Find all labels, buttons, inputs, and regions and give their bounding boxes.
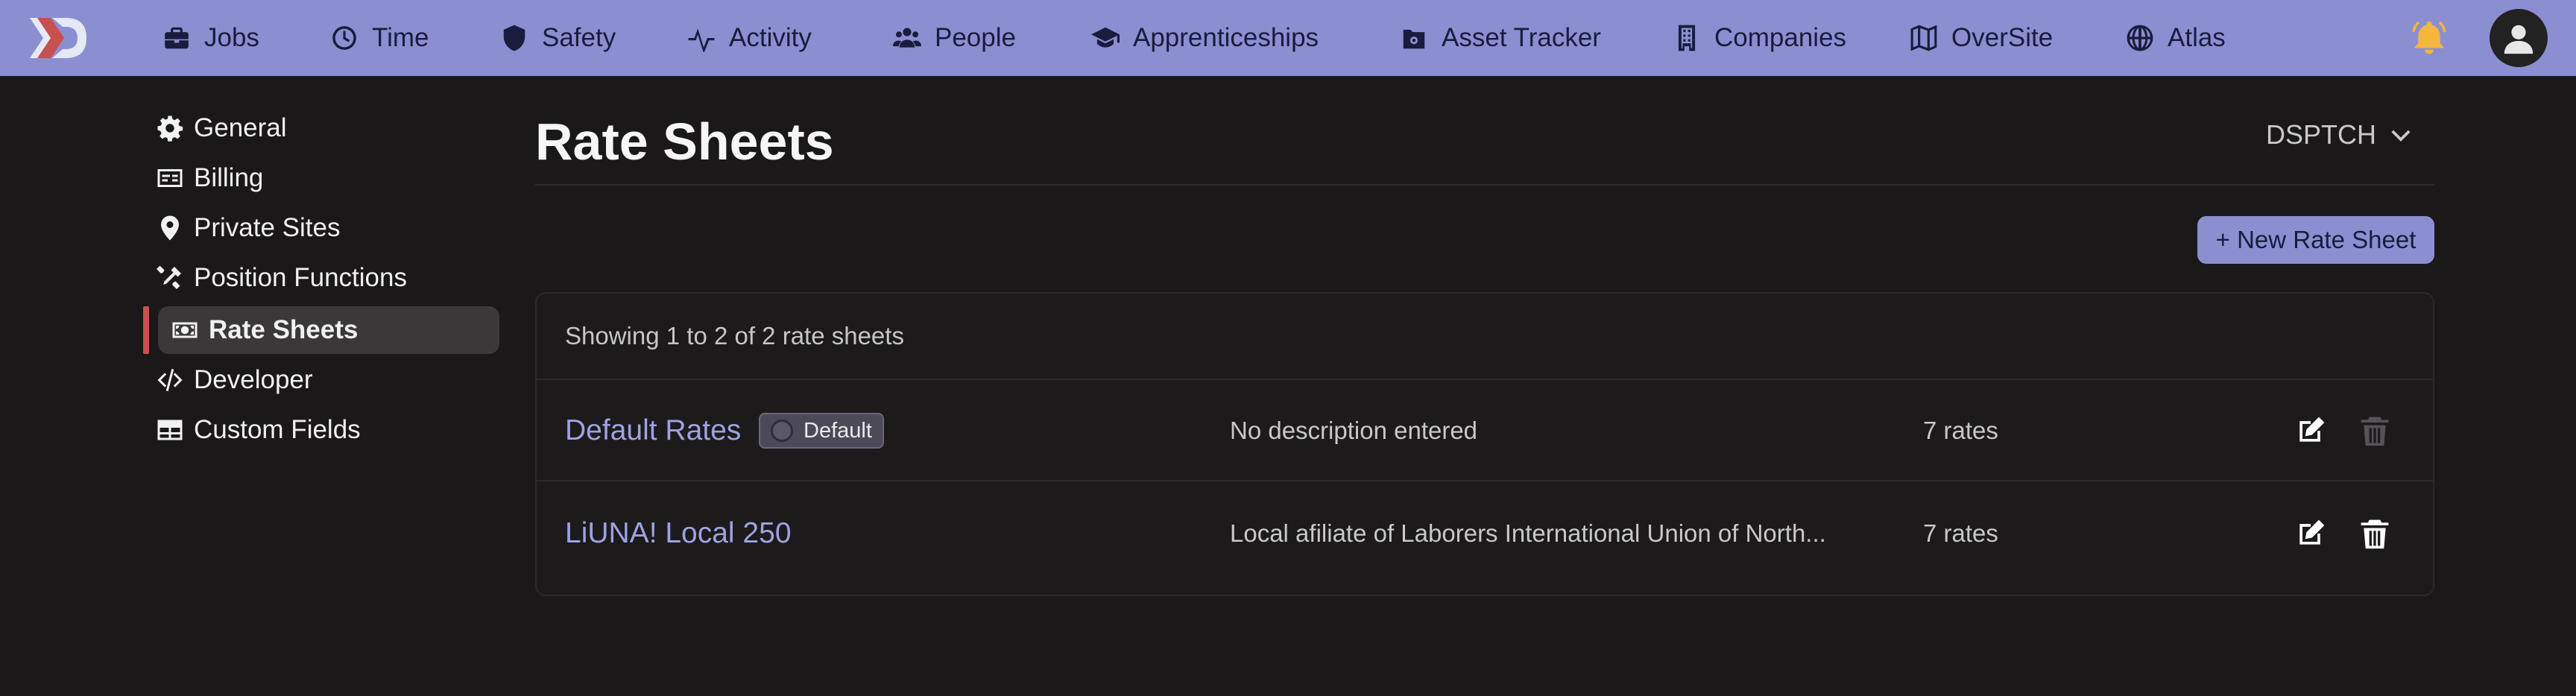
globe-icon [2127,25,2153,51]
active-indicator [143,306,149,354]
nav-item-label: Activity [729,23,812,52]
nav-item-label: OverSite [1951,23,2053,52]
edit-button[interactable] [2294,517,2327,550]
sidebar-item-private-sites[interactable]: Private Sites [157,204,499,252]
building-icon [1678,25,1696,51]
nav-item-companies[interactable]: Companies [1673,0,1846,76]
nav-item-label: Companies [1714,23,1847,52]
edit-icon [2299,519,2325,545]
sidebar-item-position-functions[interactable]: Position Functions [157,254,499,302]
user-icon [2504,25,2534,54]
code-icon [157,369,183,391]
nav-item-label: Atlas [2168,23,2226,52]
sidebar-item-custom-fields[interactable]: Custom Fields [157,406,499,454]
briefcase-icon [165,27,189,49]
rate-sheets-table: Showing 1 to 2 of 2 rate sheets Default … [535,292,2434,596]
pulse-icon [688,28,715,52]
sidebar-item-label: Position Functions [194,263,407,292]
nav-item-activity[interactable]: Activity [687,0,812,76]
location-pin-icon [161,215,179,241]
shield-icon [503,25,525,51]
nav-item-safety[interactable]: Safety [500,0,616,76]
nav-item-jobs[interactable]: Jobs [162,0,259,76]
billing-card-icon [157,169,183,187]
edit-button[interactable] [2294,414,2327,447]
nav-item-apprenticeships[interactable]: Apprenticeships [1091,0,1319,76]
trash-icon [2361,519,2389,549]
money-bill-icon [172,322,198,338]
sidebar-item-general[interactable]: General [157,104,499,152]
nav-item-label: Apprenticeships [1133,23,1319,52]
users-icon [893,28,921,48]
rate-sheet-name-link[interactable]: LiUNA! Local 250 [565,483,792,584]
nav-item-label: Safety [542,23,616,52]
sidebar-item-label: Rate Sheets [209,315,359,344]
sidebar-item-label: Developer [194,365,313,394]
table-row: LiUNA! Local 250 Local afiliate of Labor… [537,483,2433,584]
user-avatar[interactable] [2490,9,2548,67]
sidebar-item-label: Private Sites [194,213,341,242]
rate-sheet-description: No description entered [1230,417,1478,444]
nav-item-label: Asset Tracker [1442,23,1601,52]
rate-count: 7 rates [1923,519,1998,547]
new-rate-sheet-button[interactable]: + New Rate Sheet [2197,216,2434,264]
top-nav: Jobs Time Safety Activity People Apprent… [0,0,2576,76]
nav-item-oversite[interactable]: OverSite [1910,0,2053,76]
sidebar-item-label: Billing [194,163,264,192]
delete-button-disabled [2358,414,2391,447]
nav-item-people[interactable]: People [893,0,1016,76]
rate-sheet-name-link[interactable]: Default Rates [565,380,741,481]
page-title: Rate Sheets [535,113,834,171]
nav-item-atlas[interactable]: Atlas [2126,0,2226,76]
toggle-circle-icon [771,420,793,442]
sidebar-item-label: Custom Fields [194,415,361,444]
map-icon [1910,25,1937,51]
organization-dropdown[interactable]: DSPTCH [2266,119,2412,151]
sidebar-item-billing[interactable]: Billing [157,154,499,202]
table-summary: Showing 1 to 2 of 2 rate sheets [537,294,2433,380]
table-row: Default Rates Default No description ent… [537,380,2433,481]
delete-button[interactable] [2358,517,2391,550]
organization-name: DSPTCH [2266,119,2377,150]
rate-count: 7 rates [1923,417,1998,444]
badge-label: Default [804,418,872,443]
nav-item-label: Jobs [204,23,259,52]
sidebar-item-label: General [194,113,287,142]
nav-item-label: People [935,23,1016,52]
default-badge: Default [759,413,884,449]
trash-icon [2361,417,2389,446]
gear-icon [157,116,183,142]
bell-icon[interactable] [2409,18,2449,58]
graduation-cap-icon [1091,27,1120,48]
edit-icon [2299,417,2325,442]
nav-item-label: Time [372,23,429,52]
table-icon [157,420,183,440]
chevron-down-icon [2391,130,2411,142]
nav-item-asset-tracker[interactable]: Asset Tracker [1400,0,1601,76]
sidebar-item-rate-sheets[interactable]: Rate Sheets [158,306,499,354]
rate-sheet-description: Local afiliate of Laborers International… [1230,519,1826,547]
tools-icon [157,265,181,289]
sidebar-item-developer[interactable]: Developer [157,356,499,404]
header-divider [535,184,2434,186]
asset-box-icon [1403,29,1425,49]
nav-item-time[interactable]: Time [330,0,429,76]
clock-icon [332,26,356,50]
